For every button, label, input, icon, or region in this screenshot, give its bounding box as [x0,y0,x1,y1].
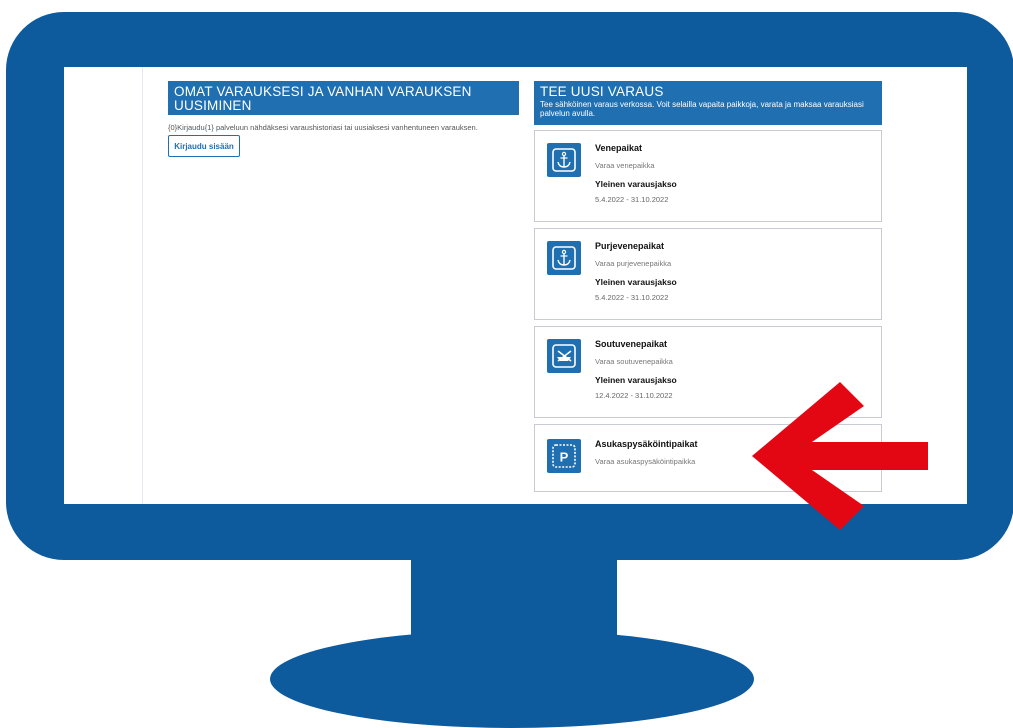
card-period: 5.4.2022 - 31.10.2022 [595,293,669,302]
svg-text:P: P [560,450,569,465]
new-booking-header: TEE UUSI VARAUS Tee sähköinen varaus ver… [534,81,882,125]
card-subtitle: Varaa asukaspysäköintipaikka [595,457,696,466]
booking-card-purjevenepaikat[interactable]: Purjevenepaikat Varaa purjevenepaikka Yl… [534,228,882,320]
my-bookings-subtitle: Jos sinulla on jo varauksia, näet ne kir… [174,114,351,123]
login-button[interactable]: Kirjaudu sisään [168,135,240,157]
monitor-base [270,630,754,728]
arrow-icon [752,382,928,530]
new-booking-title: TEE UUSI VARAUS [540,84,664,99]
card-title[interactable]: Asukaspysäköintipaikat [595,439,698,449]
divider [142,67,143,504]
card-subtitle: Varaa venepaikka [595,161,655,170]
card-subtitle: Varaa purjevenepaikka [595,259,672,268]
booking-card-venepaikat[interactable]: Venepaikat Varaa venepaikka Yleinen vara… [534,130,882,222]
login-hint: {0}Kirjaudu{1} palveluun nähdäksesi vara… [168,123,478,132]
rowboat-icon [547,339,581,373]
card-period: 5.4.2022 - 31.10.2022 [595,195,669,204]
new-booking-subtitle: Tee sähköinen varaus verkossa. Voit sela… [540,100,864,118]
card-title[interactable]: Soutuvenepaikat [595,339,667,349]
card-period-label: Yleinen varausjakso [595,179,677,189]
my-bookings-title: OMAT VARAUKSESI JA VANHAN VARAUKSEN UUSI… [174,84,472,113]
anchor-icon [547,143,581,177]
card-period-label: Yleinen varausjakso [595,375,677,385]
card-title[interactable]: Purjevenepaikat [595,241,664,251]
card-title[interactable]: Venepaikat [595,143,642,153]
card-subtitle: Varaa soutuvenepaikka [595,357,673,366]
card-period-label: Yleinen varausjakso [595,277,677,287]
anchor-icon [547,241,581,275]
my-bookings-header: OMAT VARAUKSESI JA VANHAN VARAUKSEN UUSI… [168,81,519,123]
card-period: 12.4.2022 - 31.10.2022 [595,391,673,400]
parking-icon: P [547,439,581,473]
